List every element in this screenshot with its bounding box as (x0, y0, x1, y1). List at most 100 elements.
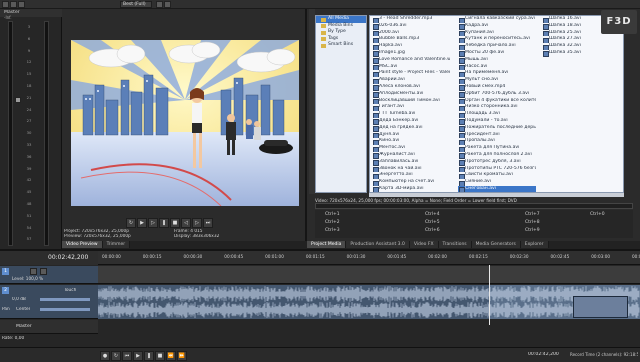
timeline-ruler[interactable]: 00:00:0000:00:1500:00:3000:00:4500:01:00… (98, 251, 640, 265)
media-file-item[interactable]: Алеса клонов.avi (372, 84, 450, 91)
shortcut-slot[interactable]: Ctrl+2 (325, 220, 340, 225)
media-file-item[interactable]: MSC.avi (372, 64, 450, 71)
tab-transitions[interactable]: Transitions (439, 241, 472, 248)
media-file-item[interactable]: Площадь 3.avi (458, 111, 536, 118)
media-file-item[interactable]: Шапка 27.avi (542, 36, 620, 43)
audio-pan-slider[interactable] (40, 308, 90, 311)
media-file-item[interactable]: Восклицавший Тимон.avi (372, 98, 450, 105)
media-file-item[interactable]: Кутанк и переноситесь.avi (458, 36, 536, 43)
media-file-item[interactable]: Сияние.avi (458, 179, 536, 186)
media-file-item[interactable]: Дуня.avi (372, 132, 450, 139)
playhead[interactable] (489, 265, 490, 325)
media-file-item[interactable]: Love Romance and Valentine.wav (372, 57, 450, 64)
media-file-item[interactable]: Bubble Balls.mp3 (372, 36, 450, 43)
tab-media-generators[interactable]: Media Generators (472, 241, 521, 248)
media-file-item[interactable]: Ментос.avi (372, 145, 450, 152)
media-file-item[interactable]: Мосты 20 фе.avi (458, 50, 536, 57)
play-start-icon[interactable]: ▶ (137, 218, 147, 228)
media-file-item[interactable]: Лебедка причало.avi (458, 43, 536, 50)
media-file-item[interactable]: Звонок на чай.avi (372, 166, 450, 173)
media-file-item[interactable]: Прототипы PTC 720-576 безголовый.avi (458, 166, 536, 173)
media-file-item[interactable]: Компьютер на счёт.avi (372, 179, 450, 186)
tab-explorer[interactable]: Explorer (521, 241, 549, 248)
video-track-lane[interactable] (98, 266, 640, 284)
media-file-item[interactable]: Пресидент.avi (458, 132, 536, 139)
video-mute-icon[interactable] (30, 268, 37, 275)
shortcut-slot[interactable]: Ctrl+0 (590, 212, 605, 217)
media-file-item[interactable]: Орбит 700-576.дубль 3.avi (458, 91, 536, 98)
audio-track-lane[interactable] (98, 285, 640, 319)
media-file-item[interactable]: Дед на грядке.avi (372, 125, 450, 132)
shortcut-slot[interactable]: Ctrl+9 (525, 228, 540, 233)
save-icon[interactable] (18, 1, 25, 8)
master-fader-knob[interactable] (15, 97, 21, 103)
media-file-item[interactable]: Сигнала кавказский сура.avi (458, 16, 536, 23)
media-file-item[interactable]: Подумали - то.avi (458, 118, 536, 125)
media-file-item[interactable]: Hapka.avi (372, 43, 450, 50)
tab-video-preview[interactable]: Video Preview (62, 241, 103, 248)
play-icon[interactable]: ▷ (148, 218, 158, 228)
audio-volume-slider[interactable] (40, 298, 90, 301)
media-file-item[interactable]: Заплавилась.avi (372, 159, 450, 166)
media-file-item[interactable]: Свисти кроматы.avi (458, 172, 536, 179)
media-file-item[interactable]: Новый смех.mp4 (458, 84, 536, 91)
media-file-item[interactable]: Снегован.avi (458, 186, 536, 193)
media-file-item[interactable]: Гигант.avi (372, 104, 450, 111)
media-file-item[interactable]: Мышь.avi (458, 57, 536, 64)
media-search-input[interactable] (315, 203, 633, 209)
media-file-item[interactable]: Image1.jpg (372, 50, 450, 57)
media-file-item[interactable]: Деда Бэнкер.avi (372, 118, 450, 125)
pause-icon[interactable]: ❚ (159, 218, 169, 228)
media-file-item[interactable]: Мульт сно.avi (458, 77, 536, 84)
prev-frame-icon[interactable]: ◁ (181, 218, 191, 228)
media-file-item[interactable]: Ракета для Путина.avi (458, 145, 536, 152)
media-file-item[interactable]: ГТТ Turneba.avi (372, 111, 450, 118)
open-icon[interactable] (10, 1, 17, 8)
media-file-item[interactable]: Ракета для полнослоя 2.avi (458, 152, 536, 159)
tab-production-assistant[interactable]: Production Assistant 3.0 (346, 241, 409, 248)
stop-icon[interactable]: ■ (170, 218, 180, 228)
media-file-item[interactable]: Орган 4 фукатики все колитера.avi (458, 98, 536, 105)
tab-video-fx[interactable]: Video FX (410, 241, 439, 248)
shortcut-slot[interactable]: Ctrl+8 (525, 220, 540, 225)
media-file-item[interactable]: Пропалы.avi (458, 138, 536, 145)
media-file-item[interactable]: Шапка 32.avi (542, 43, 620, 50)
overlay-icon[interactable] (164, 1, 171, 8)
shortcut-slot[interactable]: Ctrl+3 (325, 228, 340, 233)
media-file-item[interactable]: На примеменя.avi (458, 70, 536, 77)
new-icon[interactable] (2, 1, 9, 8)
video-thumbnail-clip[interactable] (573, 296, 628, 318)
media-file-item[interactable]: Пожиратель последние дерьмо.avi (458, 125, 536, 132)
media-file-item[interactable]: Paint style - Project Files - Valentine.… (372, 70, 450, 77)
video-solo-icon[interactable] (40, 268, 47, 275)
media-tree-item[interactable]: Smart Bins (316, 42, 366, 49)
media-file-item[interactable]: Карта 3D-мира.avi (372, 186, 450, 193)
media-file-item[interactable]: Кадра.avi (458, 23, 536, 30)
preview-quality-select[interactable]: Best (Full) (120, 1, 152, 8)
shortcut-slot[interactable]: Ctrl+4 (425, 212, 440, 217)
shortcut-slot[interactable]: Ctrl+7 (525, 212, 540, 217)
media-file-item[interactable]: Прототрес дубля, 3.avi (458, 159, 536, 166)
media-file-item[interactable]: Аварии.avi (372, 77, 450, 84)
media-file-item[interactable]: Насос.avi (458, 64, 536, 71)
media-file-item[interactable]: Энергетто.avi (372, 172, 450, 179)
tab-project-media[interactable]: Project Media (307, 241, 346, 248)
shortcut-slot[interactable]: Ctrl+1 (325, 212, 340, 217)
media-file-item[interactable]: 2000.avi (372, 30, 450, 37)
media-scrollbar[interactable] (369, 193, 624, 197)
media-file-item[interactable]: Журналист.avi (372, 152, 450, 159)
media-file-item[interactable]: Кино.avi (372, 138, 450, 145)
split-screen-icon[interactable] (156, 1, 163, 8)
go-end-icon[interactable]: ⏭ (203, 218, 213, 228)
shortcut-slot[interactable]: Ctrl+5 (425, 220, 440, 225)
media-file-item[interactable]: 026-036.avi (372, 23, 450, 30)
media-file-item[interactable]: Шапка 35.avi (542, 50, 620, 57)
shortcut-slot[interactable]: Ctrl+6 (425, 228, 440, 233)
next-frame-icon[interactable]: ▷ (192, 218, 202, 228)
media-file-item[interactable]: Купания.avi (458, 30, 536, 37)
media-file-item[interactable]: Низко сторонника.avi (458, 104, 536, 111)
loop-icon[interactable]: ↻ (126, 218, 136, 228)
media-file-item[interactable]: Аплодисменты.avi (372, 91, 450, 98)
media-file-item[interactable]: 3 - Head Shredder.mp3 (372, 16, 450, 23)
tab-trimmer[interactable]: Trimmer (103, 241, 131, 248)
